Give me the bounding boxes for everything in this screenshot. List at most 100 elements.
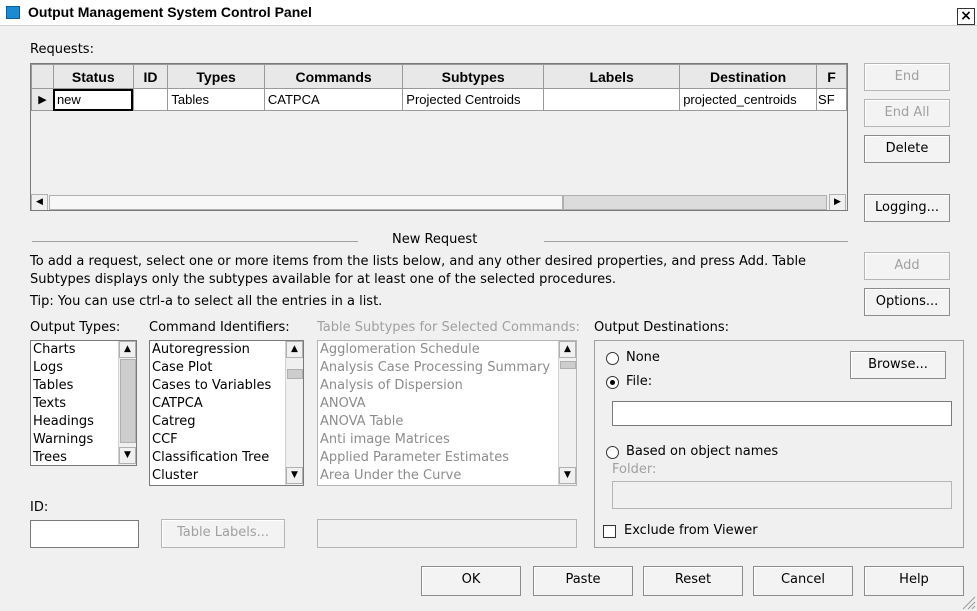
help-button-label: Help — [899, 572, 929, 587]
corner-header — [31, 64, 54, 89]
exclude-from-viewer-label: Exclude from Viewer — [624, 523, 758, 538]
end-all-button[interactable]: End All — [864, 99, 950, 127]
scroll-down-icon[interactable]: ▼ — [286, 467, 303, 484]
scroll-up-icon[interactable]: ▲ — [119, 341, 136, 358]
logging-button[interactable]: Logging... — [864, 194, 950, 222]
list-item[interactable]: Analysis Case Processing Summary — [318, 359, 576, 377]
cell-commands[interactable]: CATPCA — [263, 88, 404, 111]
column-header-types[interactable]: Types — [167, 64, 265, 89]
table-subtypes-label: Table Subtypes for Selected Commands: — [317, 320, 580, 335]
table-labels-button-label: Table Labels... — [177, 525, 269, 540]
command-identifiers-scrollbar[interactable]: ▲ ▼ — [285, 341, 303, 485]
table-subtypes-list[interactable]: Agglomeration Schedule Analysis Case Pro… — [317, 340, 577, 486]
scroll-up-icon[interactable]: ▲ — [559, 341, 576, 358]
cell-types[interactable]: Tables — [167, 88, 265, 111]
based-on-object-names-radio[interactable] — [606, 446, 619, 459]
list-item[interactable]: Applied Parameter Estimates — [318, 449, 576, 467]
browse-button[interactable]: Browse... — [850, 351, 946, 379]
scrollbar-thumb[interactable] — [560, 361, 576, 369]
cell-destination[interactable]: projected_centroids — [679, 88, 818, 111]
table-row[interactable]: ▶ new Tables CATPCA Projected Centroids … — [31, 88, 847, 111]
column-header-id[interactable]: ID — [132, 64, 169, 89]
logging-button-label: Logging... — [875, 200, 939, 215]
requests-grid[interactable]: Status ID Types Commands Subtypes Labels… — [30, 63, 848, 211]
requests-header-row: Status ID Types Commands Subtypes Labels… — [31, 64, 847, 89]
scroll-down-icon[interactable]: ▼ — [559, 467, 576, 484]
list-item[interactable]: ANOVA — [318, 395, 576, 413]
file-path-input[interactable] — [612, 401, 952, 426]
list-item[interactable]: Catreg — [150, 413, 303, 431]
table-labels-input[interactable] — [317, 519, 577, 548]
list-item[interactable]: Classification Tree — [150, 449, 303, 467]
end-button[interactable]: End — [864, 63, 950, 91]
file-radio[interactable] — [606, 376, 619, 389]
window-title: Output Management System Control Panel — [28, 4, 312, 20]
cell-labels[interactable] — [543, 88, 681, 111]
list-item[interactable]: Analysis of Dispersion — [318, 377, 576, 395]
none-radio[interactable] — [606, 352, 619, 365]
requests-table: Status ID Types Commands Subtypes Labels… — [31, 64, 847, 111]
scroll-right-icon[interactable]: ▶ — [829, 194, 846, 210]
reset-button-label: Reset — [674, 572, 712, 587]
row-selector-icon[interactable]: ▶ — [31, 88, 54, 111]
command-identifiers-list[interactable]: Autoregression Case Plot Cases to Variab… — [149, 340, 304, 486]
delete-button[interactable]: Delete — [864, 135, 950, 163]
list-item[interactable]: Case Plot — [150, 359, 303, 377]
column-header-destination[interactable]: Destination — [679, 64, 818, 89]
options-button[interactable]: Options... — [864, 288, 950, 316]
column-header-f[interactable]: F — [816, 64, 847, 89]
scroll-down-icon[interactable]: ▼ — [119, 447, 136, 464]
title-bar: Output Management System Control Panel × — [0, 0, 977, 26]
cell-status[interactable]: new — [52, 88, 134, 111]
cell-subtypes[interactable]: Projected Centroids — [402, 88, 545, 111]
window-icon — [6, 6, 20, 19]
column-header-labels[interactable]: Labels — [543, 64, 681, 89]
table-labels-button[interactable]: Table Labels... — [161, 519, 285, 548]
list-item[interactable]: CCF — [150, 431, 303, 449]
id-label: ID: — [30, 500, 49, 515]
scrollbar-thumb[interactable] — [287, 369, 303, 379]
exclude-from-viewer-checkbox[interactable] — [603, 525, 616, 538]
paste-button[interactable]: Paste — [533, 566, 633, 596]
ok-button[interactable]: OK — [421, 566, 521, 596]
list-item[interactable]: ANOVA Table — [318, 413, 576, 431]
scroll-up-icon[interactable]: ▲ — [286, 341, 303, 358]
horizontal-scrollbar[interactable]: ◀ ▶ — [31, 194, 847, 210]
column-header-status[interactable]: Status — [52, 64, 134, 89]
file-radio-label: File: — [626, 374, 653, 389]
scroll-left-icon[interactable]: ◀ — [31, 194, 48, 210]
list-item[interactable]: CATPCA — [150, 395, 303, 413]
list-item[interactable]: Anti image Matrices — [318, 431, 576, 449]
list-item[interactable]: Cases to Variables — [150, 377, 303, 395]
output-destinations-label: Output Destinations: — [594, 320, 730, 335]
based-on-object-names-label: Based on object names — [626, 444, 779, 459]
ok-button-label: OK — [461, 572, 481, 587]
id-input[interactable] — [30, 520, 139, 548]
folder-input[interactable] — [612, 481, 952, 509]
list-item[interactable]: Autoregression — [150, 341, 303, 359]
cell-id[interactable] — [132, 88, 169, 111]
scrollbar-thumb[interactable] — [120, 359, 136, 443]
output-types-list[interactable]: Charts Logs Tables Texts Headings Warnin… — [30, 340, 137, 466]
close-button[interactable]: × — [957, 8, 975, 25]
column-header-commands[interactable]: Commands — [263, 64, 404, 89]
command-identifiers-label: Command Identifiers: — [149, 320, 290, 335]
paste-button-label: Paste — [565, 572, 601, 587]
scrollbar-thumb[interactable] — [563, 195, 827, 210]
column-header-subtypes[interactable]: Subtypes — [402, 64, 545, 89]
list-item[interactable]: Cluster — [150, 467, 303, 485]
resize-grip-icon[interactable] — [960, 594, 976, 610]
add-button[interactable]: Add — [864, 252, 950, 280]
list-item[interactable]: Agglomeration Schedule — [318, 341, 576, 359]
list-item[interactable]: Area Under the Curve — [318, 467, 576, 485]
scrollbar-track[interactable] — [49, 195, 563, 210]
instructions-line-1: To add a request, select one or more ite… — [30, 254, 807, 269]
cancel-button[interactable]: Cancel — [753, 566, 853, 596]
delete-button-label: Delete — [885, 141, 929, 156]
table-subtypes-scrollbar[interactable]: ▲ ▼ — [558, 341, 576, 485]
output-types-scrollbar[interactable]: ▲ ▼ — [118, 341, 136, 465]
help-button[interactable]: Help — [864, 566, 964, 596]
cell-f[interactable]: SF — [816, 88, 847, 111]
reset-button[interactable]: Reset — [643, 566, 743, 596]
separator-left — [32, 241, 358, 242]
